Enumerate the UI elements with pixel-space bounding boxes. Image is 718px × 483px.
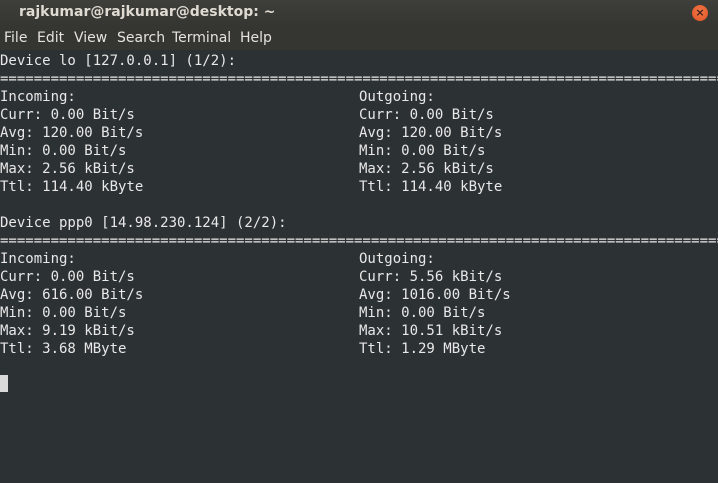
menu-file[interactable]: File bbox=[4, 30, 27, 47]
separator-line: ========================================… bbox=[0, 233, 718, 249]
incoming-avg: Avg: 616.00 Bit/s bbox=[0, 287, 144, 303]
close-icon: × bbox=[695, 6, 705, 19]
menu-help[interactable]: Help bbox=[240, 30, 272, 47]
outgoing-curr: Curr: 0.00 Bit/s bbox=[359, 107, 494, 123]
incoming-max: Max: 9.19 kBit/s bbox=[0, 323, 135, 339]
outgoing-ttl: Ttl: 1.29 MByte bbox=[359, 341, 486, 357]
incoming-avg: Avg: 120.00 Bit/s bbox=[0, 125, 144, 141]
outgoing-min: Min: 0.00 Bit/s bbox=[359, 305, 486, 321]
title-bar[interactable]: rajkumar@rajkumar@desktop: ~ × bbox=[0, 0, 718, 26]
incoming-ttl: Ttl: 114.40 kByte bbox=[0, 179, 144, 195]
outgoing-avg: Avg: 1016.00 Bit/s bbox=[359, 287, 511, 303]
text-cursor bbox=[0, 375, 8, 392]
terminal-window: rajkumar@rajkumar@desktop: ~ × File Edit… bbox=[0, 0, 718, 483]
menu-bar: File Edit View Search Terminal Help bbox=[0, 26, 718, 50]
menu-view[interactable]: View bbox=[74, 30, 107, 47]
outgoing-min: Min: 0.00 Bit/s bbox=[359, 143, 486, 159]
outgoing-curr: Curr: 5.56 kBit/s bbox=[359, 269, 503, 285]
incoming-min: Min: 0.00 Bit/s bbox=[0, 143, 127, 159]
device-header: Device lo [127.0.0.1] (1/2): bbox=[0, 53, 237, 69]
menu-edit[interactable]: Edit bbox=[37, 30, 64, 47]
menu-search[interactable]: Search bbox=[117, 30, 165, 47]
incoming-label: Incoming: bbox=[0, 251, 76, 267]
close-button[interactable]: × bbox=[692, 5, 708, 21]
incoming-label: Incoming: bbox=[0, 89, 76, 105]
device-header: Device ppp0 [14.98.230.124] (2/2): bbox=[0, 215, 287, 231]
menu-terminal[interactable]: Terminal bbox=[172, 30, 231, 47]
separator-line: ========================================… bbox=[0, 71, 718, 87]
outgoing-label: Outgoing: bbox=[359, 251, 435, 267]
incoming-max: Max: 2.56 kBit/s bbox=[0, 161, 135, 177]
terminal-output[interactable]: Device lo [127.0.0.1] (1/2): ===========… bbox=[0, 50, 718, 483]
incoming-ttl: Ttl: 3.68 MByte bbox=[0, 341, 127, 357]
incoming-curr: Curr: 0.00 Bit/s bbox=[0, 269, 135, 285]
incoming-min: Min: 0.00 Bit/s bbox=[0, 305, 127, 321]
window-title: rajkumar@rajkumar@desktop: ~ bbox=[19, 4, 276, 20]
outgoing-max: Max: 10.51 kBit/s bbox=[359, 323, 503, 339]
incoming-curr: Curr: 0.00 Bit/s bbox=[0, 107, 135, 123]
outgoing-avg: Avg: 120.00 Bit/s bbox=[359, 125, 503, 141]
outgoing-label: Outgoing: bbox=[359, 89, 435, 105]
outgoing-max: Max: 2.56 kBit/s bbox=[359, 161, 494, 177]
outgoing-ttl: Ttl: 114.40 kByte bbox=[359, 179, 503, 195]
